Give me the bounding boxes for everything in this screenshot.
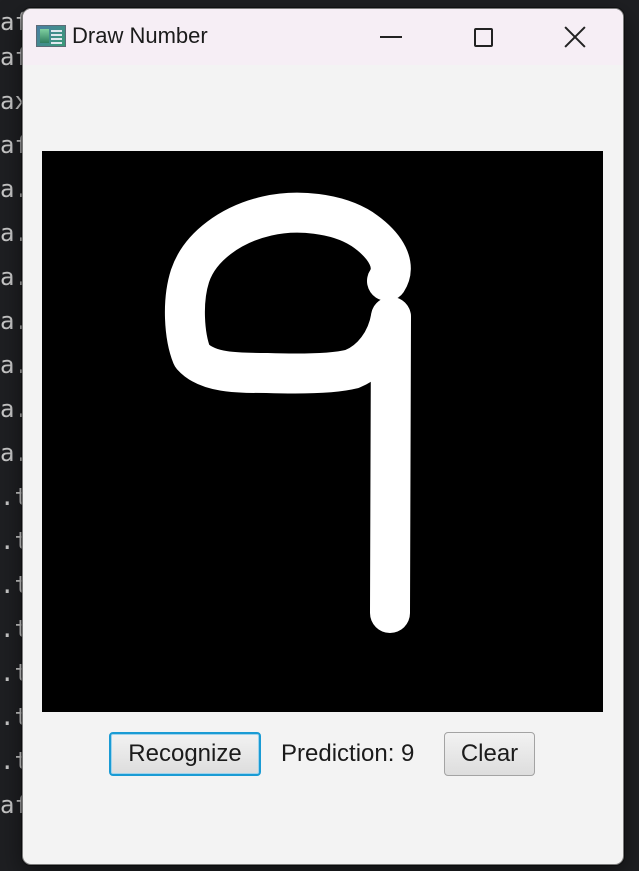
close-button[interactable] bbox=[545, 9, 605, 65]
digit-stem-stroke bbox=[370, 297, 411, 633]
drawing-canvas[interactable] bbox=[42, 151, 603, 712]
digit-loop-stroke bbox=[164, 192, 411, 394]
clear-button[interactable]: Clear bbox=[444, 732, 535, 776]
window-title: Draw Number bbox=[72, 23, 208, 48]
app-window-icon bbox=[36, 25, 66, 47]
minimize-button[interactable] bbox=[361, 9, 421, 65]
maximize-icon bbox=[473, 27, 493, 47]
title-bar[interactable]: Draw Number bbox=[23, 9, 623, 65]
maximize-button[interactable] bbox=[453, 9, 513, 65]
recognize-button[interactable]: Recognize bbox=[109, 732, 261, 776]
draw-number-window: Draw Number Recognize Prediction: 9 Clea… bbox=[22, 8, 624, 865]
minimize-icon bbox=[380, 36, 402, 38]
close-icon bbox=[563, 25, 587, 49]
bottom-controls: Recognize Prediction: 9 Clear bbox=[23, 731, 623, 779]
prediction-label: Prediction: 9 bbox=[281, 740, 415, 767]
drawn-digit-strokes bbox=[164, 192, 411, 633]
